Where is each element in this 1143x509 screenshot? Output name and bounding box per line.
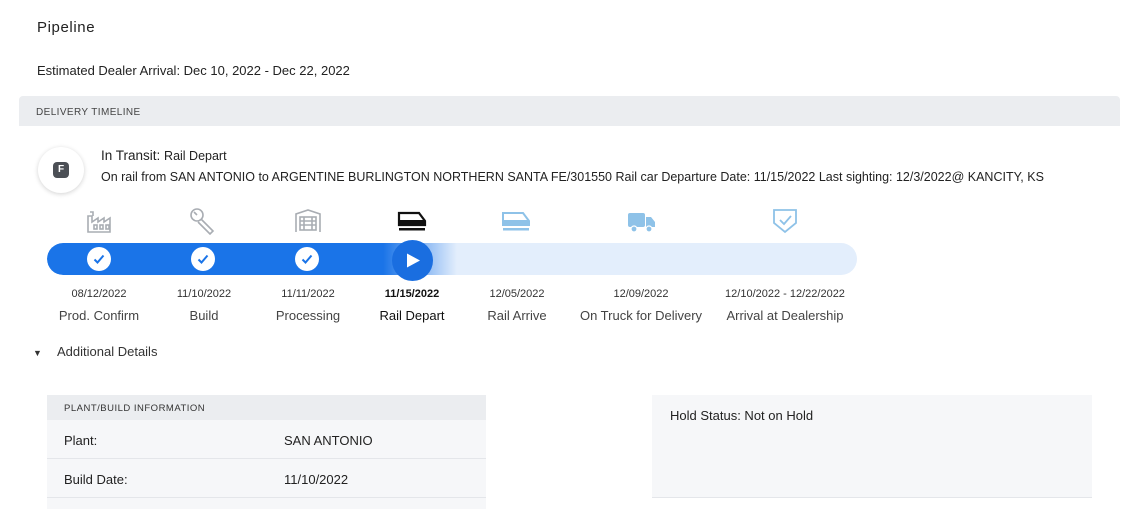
status-badge: F	[53, 162, 69, 178]
truck-icon	[626, 207, 656, 235]
stage-label: Arrival at Dealership	[726, 308, 844, 323]
plant-build-header: PLANT/BUILD INFORMATION	[47, 395, 486, 420]
checkmark-node-1	[87, 247, 111, 271]
plant-build-panel: PLANT/BUILD INFORMATION Plant: SAN ANTON…	[47, 395, 486, 509]
train-icon-pending	[501, 207, 531, 235]
current-stage-play-icon	[392, 240, 433, 281]
additional-details-toggle[interactable]: ▼ Additional Details	[33, 344, 157, 359]
plant-key: Plant:	[64, 433, 98, 448]
page-title: Pipeline	[37, 19, 96, 36]
status-detail: On rail from SAN ANTONIO to ARGENTINE BU…	[101, 170, 1044, 184]
checkmark-node-3	[295, 247, 319, 271]
status-title: In Transit: Rail Depart	[101, 148, 227, 163]
build-date-value: 11/10/2022	[284, 472, 349, 487]
factory-icon	[85, 207, 115, 235]
status-avatar: F	[38, 147, 84, 193]
stage-date: 12/09/2022	[613, 288, 669, 300]
estimated-arrival: Estimated Dealer Arrival: Dec 10, 2022 -…	[37, 63, 350, 78]
chevron-down-icon: ▼	[33, 348, 42, 358]
hold-status-panel: Hold Status: Not on Hold	[652, 395, 1092, 498]
delivery-timeline-header: DELIVERY TIMELINE	[19, 96, 1120, 126]
additional-details-label: Additional Details	[57, 344, 158, 359]
build-date-key: Build Date:	[64, 472, 128, 487]
status-value: Rail Depart	[164, 149, 227, 163]
build-date-row: Build Date: 11/10/2022	[47, 459, 486, 498]
stage-date: 12/10/2022 - 12/22/2022	[725, 288, 845, 300]
hold-status-text: Hold Status: Not on Hold	[670, 408, 814, 423]
stage-label: On Truck for Delivery	[579, 308, 703, 323]
shield-check-icon	[770, 207, 800, 235]
plant-value: SAN ANTONIO	[284, 433, 373, 448]
progress-track	[47, 243, 857, 275]
status-label: In Transit:	[101, 148, 161, 163]
wrench-icon	[188, 207, 218, 236]
garage-icon	[293, 207, 323, 235]
train-icon	[397, 207, 427, 235]
plant-row: Plant: SAN ANTONIO	[47, 420, 486, 459]
checkmark-node-2	[191, 247, 215, 271]
